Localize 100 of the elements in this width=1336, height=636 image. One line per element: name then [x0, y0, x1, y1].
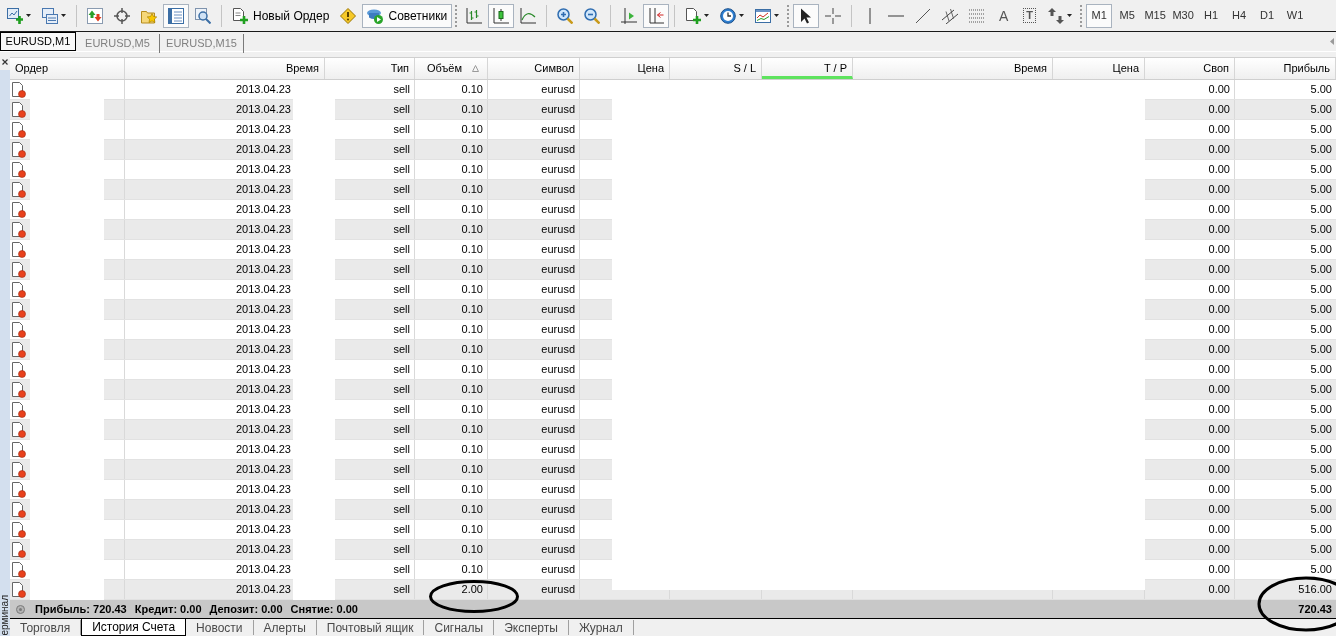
timeframe-button[interactable]: H1: [1198, 3, 1225, 28]
panel-tab[interactable]: Почтовый ящик: [316, 620, 425, 635]
column-header[interactable]: S / L: [670, 58, 762, 79]
order-type: sell: [393, 362, 410, 378]
chart-tab[interactable]: EURUSD,M1: [0, 32, 76, 51]
swap-value: 0.00: [1208, 162, 1230, 178]
order-type: sell: [393, 442, 410, 458]
symbol-name: eurusd: [541, 122, 575, 138]
column-header[interactable]: Время: [853, 58, 1053, 79]
swap-value: 0.00: [1208, 182, 1230, 198]
symbol-name: eurusd: [541, 162, 575, 178]
up-down-arrows-icon: [87, 7, 103, 24]
profit-value: 5.00: [1310, 382, 1332, 398]
order-type: sell: [393, 182, 410, 198]
order-type: sell: [393, 282, 410, 298]
lot-volume: 0.10: [461, 462, 483, 478]
order-date: 2013.04.23: [235, 202, 291, 218]
chart-tab[interactable]: EURUSD,M15: [160, 34, 244, 53]
toolbar-text-button[interactable]: Новый Ордер: [227, 3, 335, 28]
lot-volume: 0.10: [461, 362, 483, 378]
text-tool-button[interactable]: A: [991, 3, 1017, 28]
swap-value: 0.00: [1208, 102, 1230, 118]
panel-tab[interactable]: Новости: [186, 620, 254, 635]
bar-chart-icon: [466, 7, 483, 24]
panel-tab[interactable]: История Счета: [81, 619, 187, 636]
vertical-line-icon: [868, 7, 871, 24]
swap-value: 0.00: [1208, 522, 1230, 538]
swap-value: 0.00: [1208, 242, 1230, 258]
panel-tab[interactable]: Журнал: [568, 620, 634, 635]
panel-tab[interactable]: Сигналы: [424, 620, 495, 635]
lot-volume: 0.10: [461, 302, 483, 318]
column-header[interactable]: Прибыль: [1235, 58, 1336, 79]
chart-tab[interactable]: EURUSD,M5: [76, 34, 160, 53]
lot-volume: 0.10: [461, 82, 483, 98]
summary-text: Депозит: 0.00: [209, 601, 283, 617]
profit-value: 5.00: [1310, 362, 1332, 378]
axis-triangle-icon: [621, 7, 638, 24]
toolbar-text-button[interactable]: Советники: [362, 3, 453, 28]
column-header[interactable]: Время: [125, 58, 325, 79]
timeframe-button[interactable]: W1: [1282, 3, 1309, 28]
panel-tab[interactable]: Эксперты: [494, 620, 569, 635]
profit-value: 5.00: [1310, 162, 1332, 178]
lot-volume: 2.00: [461, 582, 483, 598]
column-header[interactable]: Своп: [1145, 58, 1235, 79]
order-date: 2013.04.23: [235, 442, 291, 458]
order-type: sell: [393, 122, 410, 138]
order-type: sell: [393, 322, 410, 338]
target-icon: [114, 7, 130, 24]
swap-value: 0.00: [1208, 422, 1230, 438]
order-type: sell: [393, 502, 410, 518]
summary-text: Кредит: 0.00: [134, 601, 202, 617]
order-type: sell: [393, 142, 410, 158]
order-date: 2013.04.23: [235, 342, 291, 358]
text-tool-button[interactable]: T: [1017, 3, 1043, 28]
swap-value: 0.00: [1208, 362, 1230, 378]
order-type: sell: [393, 582, 410, 598]
timeframe-button[interactable]: M30: [1170, 3, 1197, 28]
column-header[interactable]: Цена: [1053, 58, 1145, 79]
profit-value: 5.00: [1310, 242, 1332, 258]
timeframe-button[interactable]: M5: [1114, 3, 1141, 28]
symbol-name: eurusd: [541, 202, 575, 218]
hat-play-icon: [367, 7, 384, 24]
panel-title: ерминал: [0, 595, 10, 636]
profit-value: 5.00: [1310, 542, 1332, 558]
order-type: sell: [393, 542, 410, 558]
profit-value: 5.00: [1310, 282, 1332, 298]
lot-volume: 0.10: [461, 142, 483, 158]
column-header[interactable]: Ордер: [10, 58, 125, 79]
order-date: 2013.04.23: [235, 102, 291, 118]
symbol-name: eurusd: [541, 222, 575, 238]
order-date: 2013.04.23: [235, 162, 291, 178]
symbol-name: eurusd: [541, 262, 575, 278]
chart-window-icon: [755, 7, 772, 24]
lot-volume: 0.10: [461, 182, 483, 198]
toolbar-button[interactable]: [793, 3, 820, 28]
column-header[interactable]: Тип: [325, 58, 415, 79]
timeframe-button[interactable]: M15: [1142, 3, 1169, 28]
swap-value: 0.00: [1208, 502, 1230, 518]
order-type: sell: [393, 382, 410, 398]
lot-volume: 0.10: [461, 502, 483, 518]
order-type: sell: [393, 462, 410, 478]
profit-value: 5.00: [1310, 562, 1332, 578]
timeframe-button[interactable]: H4: [1226, 3, 1253, 28]
order-type: sell: [393, 202, 410, 218]
arrows-icon: [1048, 7, 1065, 24]
panel-tab[interactable]: Алерты: [253, 620, 317, 635]
column-header[interactable]: Цена: [580, 58, 670, 79]
timeframe-button[interactable]: M1: [1086, 3, 1113, 28]
order-date: 2013.04.23: [235, 222, 291, 238]
order-date: 2013.04.23: [235, 482, 291, 498]
summary-text: Прибыль: 720.43: [35, 601, 127, 617]
lot-volume: 0.10: [461, 382, 483, 398]
column-header[interactable]: Символ: [488, 58, 580, 79]
timeframe-button[interactable]: D1: [1254, 3, 1281, 28]
order-date: 2013.04.23: [235, 582, 291, 598]
column-header[interactable]: Объём: [415, 58, 488, 79]
order-type: sell: [393, 222, 410, 238]
lot-volume: 0.10: [461, 542, 483, 558]
profit-value: 5.00: [1310, 102, 1332, 118]
symbol-name: eurusd: [541, 562, 575, 578]
